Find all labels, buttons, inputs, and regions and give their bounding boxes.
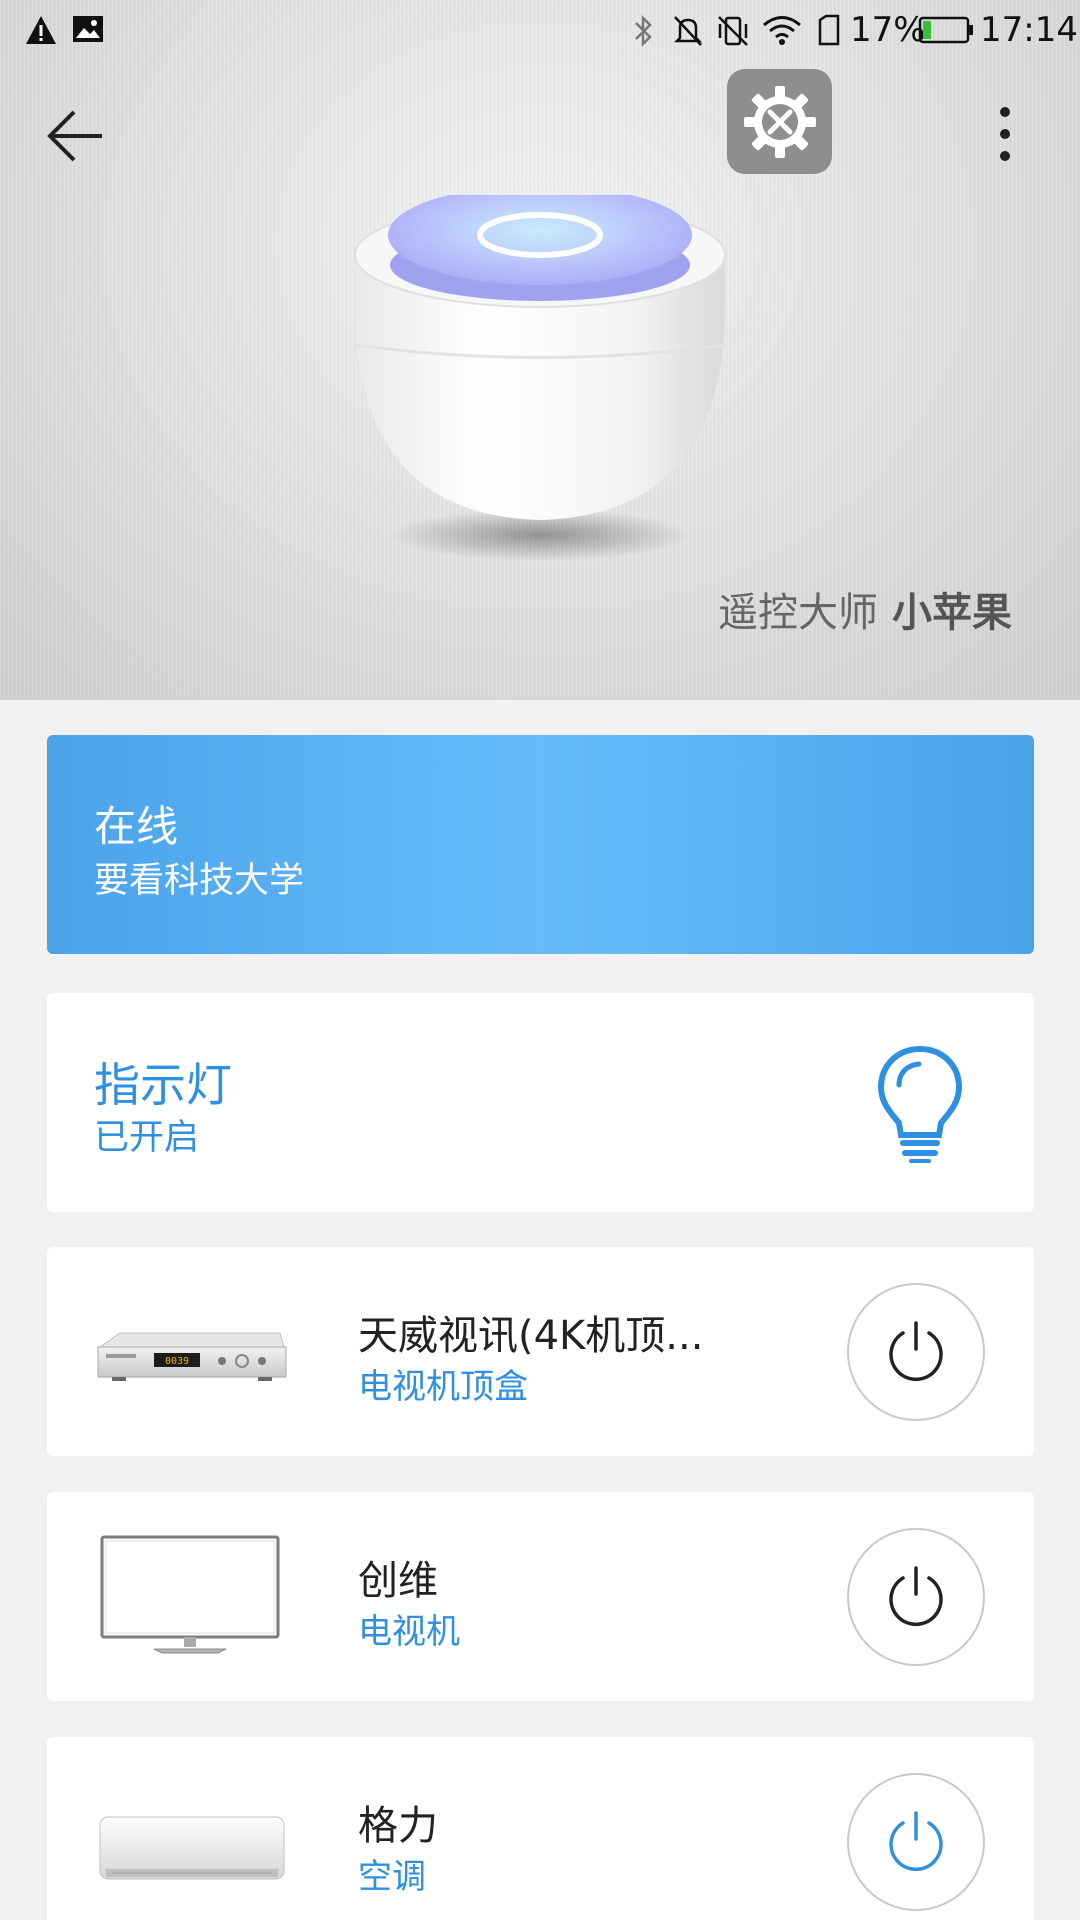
device-card[interactable]: 0039 天威视讯(4K机顶... 电视机顶盒 [47,1247,1034,1456]
air-conditioner-image [99,1816,285,1880]
power-button[interactable] [847,1283,985,1421]
device-hero: 17% 17:14 遥控大师 小苹果 [0,0,1080,700]
device-card[interactable]: 格力 空调 [47,1737,1034,1920]
image-icon [73,16,103,42]
brand-name: 小苹果 [892,590,1012,636]
device-card[interactable]: 创维 电视机 [47,1492,1034,1701]
bluetooth-icon [635,14,652,48]
tv-image [100,1535,280,1654]
sim-icon [818,14,840,46]
online-status-card[interactable]: 在线 要看科技大学 [47,735,1034,954]
back-button[interactable] [40,100,112,172]
set-top-box-image: 0039 [97,1332,287,1381]
device-name: 天威视讯(4K机顶... [358,1313,704,1359]
power-icon [889,1566,943,1627]
remote-hub-device-image [354,195,726,561]
more-vertical-icon [1000,107,1010,161]
battery-percent: 17% [850,10,926,50]
vibrate-off-icon [718,16,748,46]
power-button[interactable] [847,1528,985,1666]
clock: 17:14 [980,10,1078,50]
device-type: 电视机顶盒 [358,1367,528,1407]
power-icon [889,1811,943,1872]
indicator-state: 已开启 [94,1118,200,1158]
power-button[interactable] [847,1773,985,1911]
wifi-icon [763,16,801,45]
device-type: 电视机 [358,1612,460,1652]
brand-label: 遥控大师 小苹果 [718,580,1012,638]
location-text: 要看科技大学 [94,861,305,901]
device-name: 格力 [358,1803,438,1849]
bulb-icon[interactable] [875,1045,965,1163]
gear-tools-icon [743,85,816,158]
device-settings-button[interactable] [727,69,832,174]
indicator-light-card[interactable]: 指示灯 已开启 [47,993,1034,1212]
back-arrow-icon [47,110,102,162]
brand-prefix: 遥控大师 [718,590,878,636]
more-options-button[interactable] [980,96,1030,172]
stb-display-text: 0039 [165,1356,189,1367]
indicator-title: 指示灯 [94,1058,232,1112]
mute-icon [673,16,703,46]
battery-icon [918,16,973,44]
device-name: 创维 [358,1558,438,1604]
device-type: 空调 [358,1857,426,1897]
online-status-text: 在线 [94,802,179,851]
warning-icon [26,16,56,44]
power-icon [889,1321,943,1382]
status-bar: 17% 17:14 [0,0,1080,64]
